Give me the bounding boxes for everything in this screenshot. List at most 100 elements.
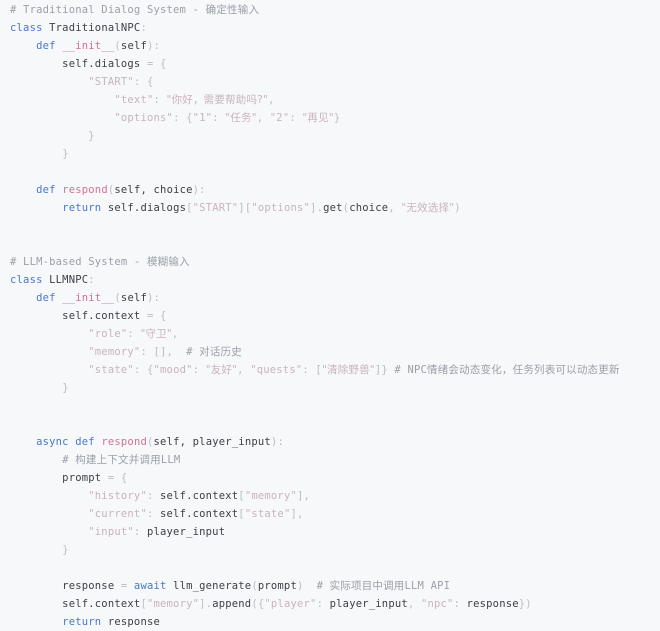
code-token-comment: 实际项目中调用: [329, 580, 405, 592]
code-token-plain: response: [466, 598, 519, 610]
code-token-plain: self, player_input: [153, 436, 271, 448]
code-token-punct: :: [127, 328, 141, 340]
code-token-comment: #: [186, 346, 200, 358]
code-token-plain: self.context: [160, 490, 239, 502]
code-token-comment: 情绪会动态变化，任务列表可以动态更新: [427, 364, 620, 376]
code-token-keyword: def: [75, 436, 95, 448]
code-line: "memory": [], # 对话历史: [0, 343, 660, 361]
code-token-keyword: async: [36, 436, 69, 448]
code-token-plain: response: [10, 580, 121, 592]
code-token-plain: response: [101, 616, 161, 628]
code-token-string: "state": [244, 508, 291, 520]
code-token-plain: prompt: [10, 472, 108, 484]
code-token-keyword: def: [36, 292, 56, 304]
code-token-punct: :: [133, 526, 147, 538]
code-token-punct: :: [88, 274, 95, 286]
code-line: def respond(self, choice):: [0, 181, 660, 199]
code-token-punct: }): [518, 598, 532, 610]
code-token-punct: = {: [107, 472, 128, 484]
code-token-comment: LLM: [160, 454, 181, 466]
code-token-string: "history": [88, 490, 147, 502]
code-token-punct: : {: [173, 112, 193, 124]
code-token-comment: 模糊输入: [146, 256, 190, 268]
code-token-string: "START": [192, 202, 239, 214]
code-token-string: "mood": [153, 364, 193, 376]
code-token-punct: ): [454, 202, 461, 214]
code-token-plain: player_input: [146, 526, 226, 538]
code-token-punct: ,: [171, 328, 179, 340]
code-token-punct: ):: [270, 436, 284, 448]
code-token-punct: }: [62, 544, 69, 556]
code-token-class: LLMNPC: [49, 274, 89, 286]
code-token-string: "memory": [146, 598, 200, 610]
code-line: async def respond(self, player_input):: [0, 433, 660, 451]
code-token-string: "START": [88, 76, 134, 88]
code-token-punct: ].: [310, 202, 324, 214]
code-token-punct: :: [289, 112, 303, 124]
code-token-punct: = {: [146, 58, 167, 70]
code-token-plain: self.dialogs: [10, 58, 147, 70]
code-token-plain: prompt: [257, 580, 297, 592]
code-token-plain: llm_generate: [166, 580, 252, 592]
code-token-punct: ,: [388, 202, 402, 214]
code-token-punct: = {: [146, 310, 167, 322]
code-token-comment: 确定性输入: [205, 4, 260, 16]
code-line: "state": {"mood": "友好", "quests": ["清除野兽…: [0, 361, 660, 379]
code-token-string: "options": [251, 202, 311, 214]
code-line: "input": player_input: [0, 523, 660, 541]
code-token-keyword: def: [36, 184, 56, 196]
code-line: def __init__(self):: [0, 37, 660, 55]
code-token-comment: # Traditional Dialog System -: [10, 4, 206, 16]
code-token-plain: choice: [349, 202, 389, 214]
code-token-string: "2": [269, 112, 290, 124]
code-token-punct: : [],: [140, 346, 187, 358]
code-line: self.dialogs = {: [0, 55, 660, 73]
code-token-string: "任务": [225, 112, 257, 124]
code-token-func: respond: [101, 436, 147, 448]
code-token-punct: :: [146, 508, 161, 520]
code-token-string: "role": [88, 328, 128, 340]
code-token-keyword: class: [10, 274, 43, 286]
code-token-comment: 对话历史: [199, 346, 242, 358]
code-line: "role": "守卫",: [0, 325, 660, 343]
code-token-keyword: return: [62, 202, 102, 214]
code-token-punct: :: [453, 598, 467, 610]
code-line: "START": {: [0, 73, 660, 91]
code-token-string: "无效选择": [401, 202, 455, 214]
code-token-punct: ):: [147, 40, 161, 52]
code-token-class: TraditionalNPC: [49, 22, 141, 34]
code-token-punct: : [: [302, 364, 322, 376]
code-token-plain: self.context: [10, 598, 141, 610]
code-line: }: [0, 145, 660, 163]
code-token-punct: :: [192, 364, 206, 376]
code-line: }: [0, 379, 660, 397]
code-token-comment: 构建上下文并调用: [75, 454, 161, 466]
code-token-string: "quests": [250, 364, 303, 376]
code-token-punct: ,: [256, 112, 270, 124]
code-line: prompt = {: [0, 469, 660, 487]
code-line: class TraditionalNPC:: [0, 19, 660, 37]
code-token-string: "友好": [205, 364, 238, 376]
code-token-punct: :: [140, 22, 147, 34]
code-token-plain: self: [120, 292, 148, 304]
code-token-string: "options": [114, 112, 174, 124]
code-token-punct: ): [296, 580, 317, 592]
code-token-string: "再见": [302, 112, 334, 124]
code-token-punct: :: [212, 112, 226, 124]
